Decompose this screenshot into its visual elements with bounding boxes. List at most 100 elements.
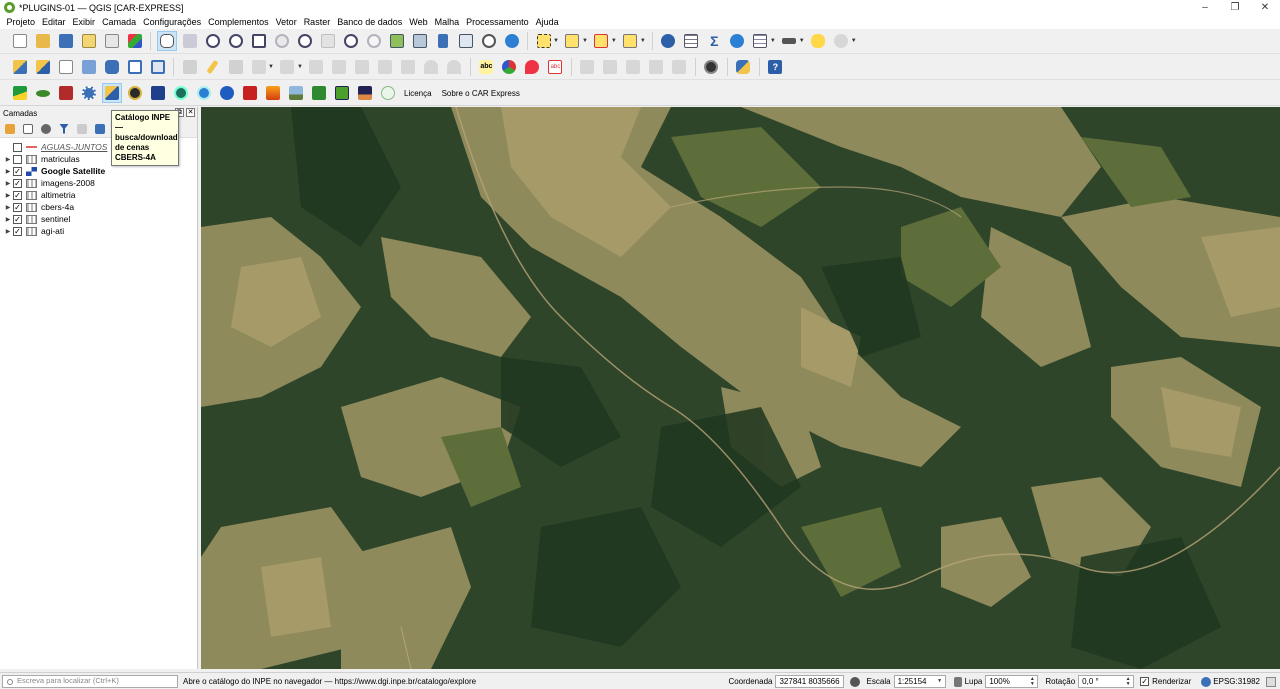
select-features-button[interactable] (534, 31, 554, 51)
add-postgis-button[interactable] (102, 57, 122, 77)
move-label-button[interactable] (600, 57, 620, 77)
license-button[interactable]: Licença (399, 89, 437, 98)
diagram-button[interactable] (669, 57, 689, 77)
layout-manager-button[interactable] (102, 31, 122, 51)
chevron-down-icon[interactable]: ▼ (297, 64, 303, 70)
car-flame-button[interactable] (263, 83, 283, 103)
new-3d-view-button[interactable] (410, 31, 430, 51)
layer-visibility-checkbox[interactable] (13, 142, 22, 152)
chevron-down-icon[interactable]: ▼ (799, 38, 805, 44)
car-blue-globe-button[interactable] (217, 83, 237, 103)
map-tips-button[interactable] (808, 31, 828, 51)
save-project-button[interactable] (56, 31, 76, 51)
zoom-full-button[interactable] (249, 31, 269, 51)
maximize-button[interactable]: ❐ (1220, 0, 1250, 15)
add-wms-layer-button[interactable] (125, 57, 145, 77)
filter-legend-button[interactable] (57, 122, 71, 136)
zoom-next-button[interactable] (364, 31, 384, 51)
identify-features-button[interactable] (658, 31, 678, 51)
crs-globe-icon[interactable] (1201, 676, 1212, 687)
menu-processamento[interactable]: Processamento (463, 17, 533, 27)
manage-themes-button[interactable] (39, 122, 53, 136)
magnifier-spinbox[interactable]: 100% ▲ ▼ (985, 675, 1039, 688)
pan-to-selection-button[interactable] (180, 31, 200, 51)
style-manager-button[interactable] (125, 31, 145, 51)
rotation-spinbox[interactable]: 0,0 ° ▲ ▼ (1078, 675, 1135, 688)
add-delimited-layer-button[interactable] (79, 57, 99, 77)
zoom-to-selection-button[interactable] (272, 31, 292, 51)
menu-projeto[interactable]: Projeto (3, 17, 39, 27)
pin-labels-button[interactable] (522, 57, 542, 77)
layer-visibility-checkbox[interactable] (13, 154, 22, 164)
style-layer-button[interactable] (3, 122, 17, 136)
zoom-last-button[interactable] (341, 31, 361, 51)
car-satellite-button[interactable] (148, 83, 168, 103)
car-gear-button[interactable] (79, 83, 99, 103)
filter-expression-button[interactable] (75, 122, 89, 136)
measure-line-button[interactable] (779, 31, 799, 51)
delete-selected-button[interactable] (329, 57, 349, 77)
car-green-tree-button[interactable] (332, 83, 352, 103)
vertex-tool-button[interactable] (277, 57, 297, 77)
python-console-button[interactable] (733, 57, 753, 77)
change-label-button[interactable] (623, 57, 643, 77)
scale-combobox[interactable]: 1:25154 ▼ (893, 675, 946, 688)
layer-row-agi-ati[interactable]: ▶ ✓ agi-ati (0, 225, 197, 237)
layer-row-sentinel[interactable]: ▶ ✓ sentinel (0, 213, 197, 225)
add-vector-layer-button[interactable] (33, 57, 53, 77)
pan-map-button[interactable] (156, 31, 177, 51)
map-canvas[interactable] (201, 107, 1280, 669)
chevron-down-icon[interactable]: ▼ (268, 64, 274, 70)
temporal-controller-button[interactable] (479, 31, 499, 51)
data-source-manager-button[interactable] (10, 57, 30, 77)
chevron-right-icon[interactable]: ▶ (3, 156, 13, 163)
chevron-down-icon[interactable]: ▼ (611, 38, 617, 44)
new-print-layout-button[interactable] (79, 31, 99, 51)
car-swirl-button[interactable] (171, 83, 191, 103)
plugin-manager-button[interactable] (701, 57, 721, 77)
chevron-right-icon[interactable]: ▶ (3, 180, 13, 187)
zoom-native-button[interactable] (318, 31, 338, 51)
close-panel-button[interactable]: ✕ (186, 108, 195, 117)
chevron-down-icon[interactable]: ▼ (640, 38, 646, 44)
car-brazil-flag-button[interactable] (10, 83, 30, 103)
chevron-right-icon[interactable]: ▶ (3, 168, 13, 175)
menu-vetor[interactable]: Vetor (272, 17, 300, 27)
spin-arrows-icon[interactable]: ▲ ▼ (1124, 677, 1132, 687)
car-circle-button[interactable] (378, 83, 398, 103)
menu-banco-de-dados[interactable]: Banco de dados (334, 17, 406, 27)
redo-button[interactable] (444, 57, 464, 77)
menu-ajuda[interactable]: Ajuda (532, 17, 562, 27)
car-book-button[interactable] (56, 83, 76, 103)
car-earth-button[interactable] (125, 83, 145, 103)
chevron-down-icon[interactable]: ▼ (770, 38, 776, 44)
new-project-button[interactable] (10, 31, 30, 51)
help-button[interactable]: ? (765, 57, 785, 77)
about-car-express-button[interactable]: Sobre o CAR Express (437, 89, 525, 98)
car-tree-button[interactable] (309, 83, 329, 103)
zoom-in-button[interactable] (203, 31, 223, 51)
label-tool-button[interactable]: abc (476, 57, 496, 77)
car-landscape-button[interactable] (286, 83, 306, 103)
layer-visibility-checkbox[interactable]: ✓ (13, 214, 22, 224)
deselect-features-button[interactable] (591, 31, 611, 51)
menu-malha[interactable]: Malha (431, 17, 463, 27)
layer-visibility-checkbox[interactable]: ✓ (13, 190, 22, 200)
attribute-table-button[interactable] (681, 31, 701, 51)
menu-exibir[interactable]: Exibir (69, 17, 99, 27)
crs-button[interactable]: EPSG:31982 (1213, 677, 1260, 686)
car-red-star-button[interactable] (240, 83, 260, 103)
add-raster-layer-button[interactable] (56, 57, 76, 77)
undo-button[interactable] (421, 57, 441, 77)
toggle-extents-icon[interactable] (849, 676, 860, 687)
chevron-right-icon[interactable]: ▶ (3, 204, 13, 211)
menu-raster[interactable]: Raster (300, 17, 334, 27)
open-project-button[interactable] (33, 31, 53, 51)
car-leaf-button[interactable] (33, 83, 53, 103)
minimize-button[interactable]: – (1190, 0, 1220, 15)
layer-visibility-checkbox[interactable]: ✓ (13, 226, 22, 236)
spin-arrows-icon[interactable]: ▲ ▼ (1028, 677, 1036, 687)
decorations-button[interactable] (831, 31, 851, 51)
new-bookmark-button[interactable] (433, 31, 453, 51)
car-city-button[interactable] (355, 83, 375, 103)
